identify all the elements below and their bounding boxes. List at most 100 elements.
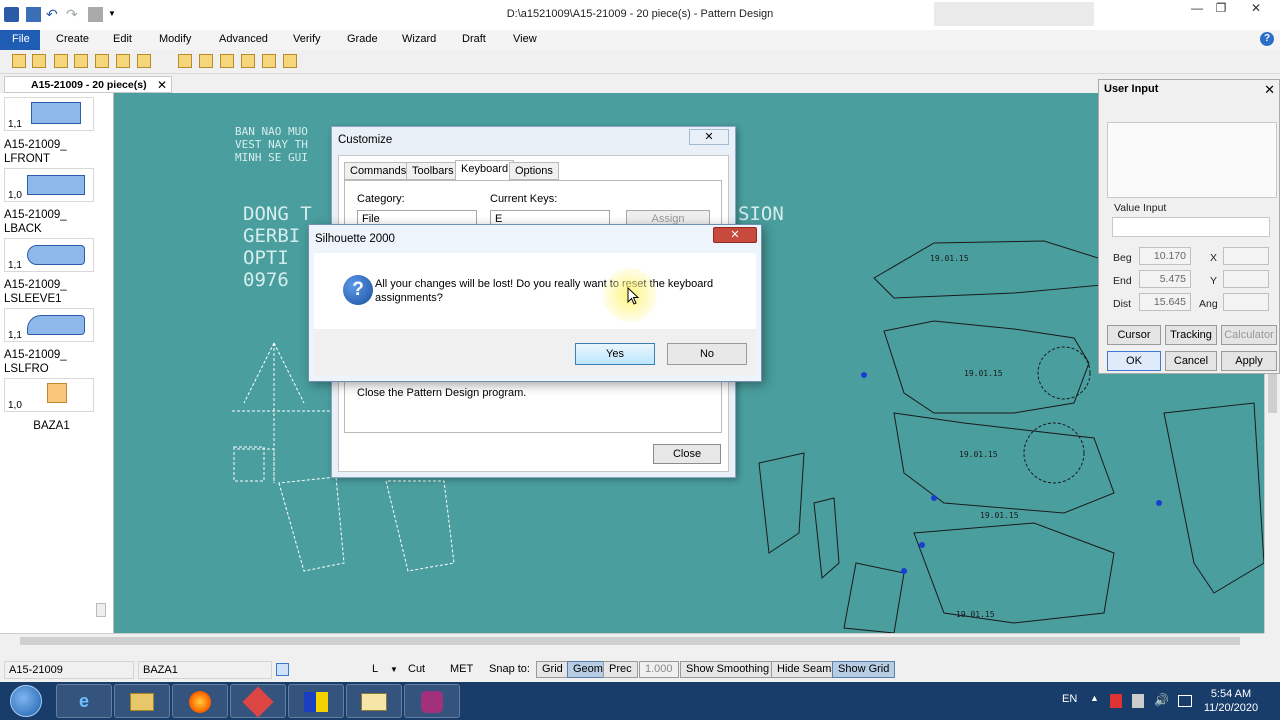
piece-scale: 1,0	[8, 190, 22, 201]
snap-prec-button[interactable]: Prec	[603, 661, 638, 678]
video-app-icon[interactable]	[404, 684, 460, 718]
piece-item[interactable]: 1,1	[4, 97, 94, 131]
toolbar-tool-icon[interactable]	[74, 54, 88, 68]
white-pattern-piece	[385, 480, 455, 572]
precision-input[interactable]: 1.000	[639, 661, 679, 678]
snap-grid-button[interactable]: Grid	[536, 661, 569, 678]
piece-item[interactable]: A15-21009_ LSLFRO 1,0	[4, 348, 94, 412]
toolbar-tool-icon[interactable]	[199, 54, 213, 68]
toolbar-tool-icon[interactable]	[95, 54, 109, 68]
pattern-app-icon[interactable]	[230, 684, 286, 718]
piece-item[interactable]: A15-21009_ LSLEEVE1 1,1	[4, 278, 94, 342]
piece-thumbnail: 1,0	[4, 168, 94, 202]
folder-icon[interactable]	[346, 684, 402, 718]
piece-date-label: 19.01.15	[980, 511, 1019, 520]
horizontal-scrollbar[interactable]	[0, 633, 1264, 649]
piece-list-panel[interactable]: 1,1 A15-21009_ LFRONT 1,0 A15-21009_ LBA…	[0, 93, 114, 633]
menu-modify[interactable]: Modify	[159, 33, 191, 45]
tray-expand-icon[interactable]: ▲	[1090, 693, 1099, 703]
menu-create[interactable]: Create	[56, 33, 89, 45]
close-button[interactable]: Close	[653, 444, 721, 464]
tray-app-icon[interactable]	[1110, 694, 1122, 708]
ie-icon[interactable]: e	[56, 684, 112, 718]
tab-options[interactable]: Options	[509, 162, 559, 180]
tray-app-icon[interactable]	[1132, 694, 1144, 708]
menu-wizard[interactable]: Wizard	[402, 33, 436, 45]
cursor-button[interactable]: Cursor	[1107, 325, 1161, 345]
pattern-arc	[1037, 346, 1091, 400]
close-icon[interactable]: ✕	[713, 227, 757, 243]
pattern-piece	[1163, 402, 1264, 594]
toolbar-tool-icon[interactable]	[12, 54, 26, 68]
value-input-field[interactable]	[1112, 217, 1270, 237]
toolbar-tool-icon[interactable]	[262, 54, 276, 68]
maximize-button[interactable]: ❐	[1210, 2, 1232, 16]
panel-scrollbar[interactable]	[96, 603, 106, 617]
toolbar-tool-icon[interactable]	[137, 54, 151, 68]
menu-grade[interactable]: Grade	[347, 33, 378, 45]
menu-view[interactable]: View	[513, 33, 537, 45]
user-input-panel: User Input ✕ Value Input Beg 10.170 X En…	[1098, 79, 1280, 374]
question-icon: ?	[343, 275, 373, 305]
tab-commands[interactable]: Commands	[344, 162, 413, 180]
show-smoothing-button[interactable]: Show Smoothing	[680, 661, 776, 678]
piece-date-label: 19.01.15	[956, 610, 995, 619]
system-clock[interactable]: 5:54 AM 11/20/2020	[1196, 687, 1266, 715]
minimize-button[interactable]: —	[1186, 2, 1208, 16]
beg-input[interactable]: 10.170	[1139, 247, 1191, 265]
close-tab-icon[interactable]: ✕	[157, 78, 167, 92]
layer-dropdown-icon[interactable]: ▼	[390, 665, 398, 674]
status-layer[interactable]: L	[368, 661, 382, 679]
gerber-icon[interactable]	[288, 684, 344, 718]
language-indicator[interactable]: EN	[1062, 693, 1077, 705]
menu-verify[interactable]: Verify	[293, 33, 321, 45]
y-input[interactable]	[1223, 270, 1269, 288]
menu-advanced[interactable]: Advanced	[219, 33, 268, 45]
y-label: Y	[1210, 275, 1218, 287]
tracking-button[interactable]: Tracking	[1165, 325, 1217, 345]
explorer-icon[interactable]	[114, 684, 170, 718]
category-label: Category:	[357, 193, 405, 205]
piece-item[interactable]: A15-21009_ LBACK 1,1	[4, 208, 94, 272]
toolbar-tool-icon[interactable]	[178, 54, 192, 68]
piece-name: A15-21009_ LSLFRO	[4, 349, 67, 375]
document-tab[interactable]: A15-21009 - 20 piece(s) ✕	[4, 76, 172, 93]
no-button[interactable]: No	[667, 343, 747, 365]
beg-label: Beg	[1113, 252, 1132, 264]
network-icon[interactable]	[1178, 695, 1192, 707]
piece-item[interactable]: A15-21009_ LFRONT 1,0	[4, 138, 94, 202]
tab-keyboard[interactable]: Keyboard	[455, 160, 515, 181]
close-window-button[interactable]: ✕	[1245, 2, 1267, 16]
cancel-button[interactable]: Cancel	[1165, 351, 1217, 371]
menu-draft[interactable]: Draft	[462, 33, 486, 45]
show-grid-button[interactable]: Show Grid	[832, 661, 896, 678]
firefox-icon[interactable]	[172, 684, 228, 718]
piece-item[interactable]: BAZA1	[4, 419, 94, 433]
folder-icon[interactable]	[283, 54, 297, 68]
end-input[interactable]: 5.475	[1139, 270, 1191, 288]
help-icon[interactable]: ?	[1260, 32, 1274, 46]
toolbar-tool-icon[interactable]	[54, 54, 68, 68]
x-input[interactable]	[1223, 247, 1269, 265]
apply-button[interactable]: Apply	[1221, 351, 1277, 371]
tab-toolbars[interactable]: Toolbars	[406, 162, 460, 180]
toolbar-tool-icon[interactable]	[116, 54, 130, 68]
toolbar-tool-icon[interactable]	[241, 54, 255, 68]
close-icon[interactable]: ✕	[689, 129, 729, 145]
volume-icon[interactable]: 🔊	[1154, 693, 1169, 707]
calculator-button[interactable]: Calculator	[1221, 325, 1277, 345]
scroll-thumb[interactable]	[20, 637, 1240, 645]
dist-input[interactable]: 15.645	[1139, 293, 1191, 311]
yes-button[interactable]: Yes	[575, 343, 655, 365]
ok-button[interactable]: OK	[1107, 351, 1161, 371]
dialog-footer: Yes No	[314, 329, 756, 376]
ang-input[interactable]	[1223, 293, 1269, 311]
toolbar-tool-icon[interactable]	[32, 54, 46, 68]
menu-edit[interactable]: Edit	[113, 33, 132, 45]
close-icon[interactable]: ✕	[1264, 82, 1275, 98]
piece-date-label: 19.01.15	[959, 450, 998, 459]
start-orb-icon[interactable]	[10, 685, 42, 717]
status-color-icon[interactable]	[276, 663, 289, 676]
toolbar-tool-icon[interactable]	[220, 54, 234, 68]
menu-file[interactable]: File	[0, 30, 40, 50]
